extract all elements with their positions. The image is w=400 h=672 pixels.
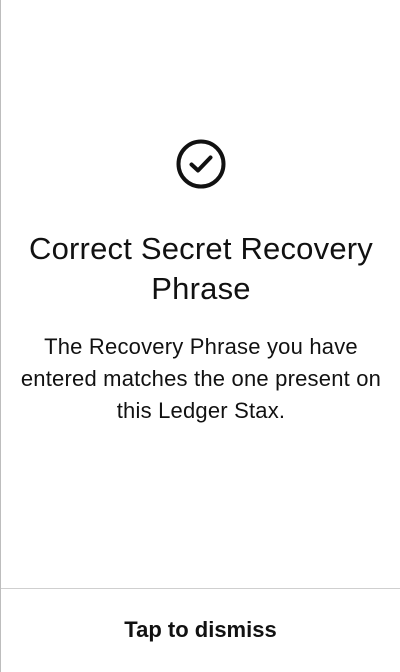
dismiss-label: Tap to dismiss [124, 616, 277, 642]
confirmation-description: The Recovery Phrase you have entered mat… [20, 334, 382, 423]
check-circle-icon [176, 139, 226, 189]
result-content: Correct Secret Recovery Phrase The Recov… [1, 139, 400, 427]
dismiss-button[interactable]: Tap to dismiss [1, 589, 400, 672]
page-title: Correct Secret Recovery Phrase [29, 231, 373, 306]
confirmation-screen: Correct Secret Recovery Phrase The Recov… [0, 0, 400, 672]
